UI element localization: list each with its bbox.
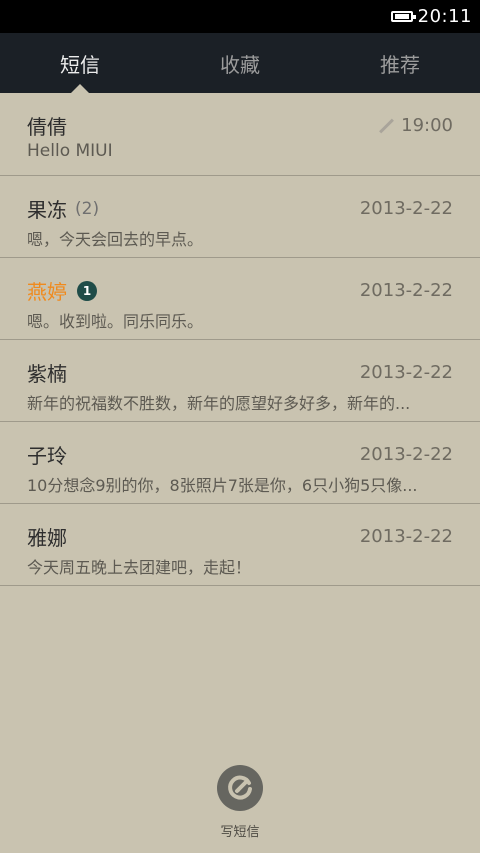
conversation-row[interactable]: 雅娜 2013-2-22 今天周五晚上去团建吧，走起！: [0, 504, 480, 586]
message-preview: 嗯，今天会回去的早点。: [27, 230, 204, 249]
contact-name: 燕婷: [27, 280, 67, 304]
message-count: (2): [75, 198, 100, 219]
contact-name-row: 燕婷 1: [27, 276, 97, 305]
contact-name: 子玲: [27, 444, 67, 468]
message-preview: 嗯。收到啦。同乐同乐。: [27, 312, 204, 331]
message-time: 2013-2-22: [359, 362, 453, 383]
compose-label: 写短信: [220, 825, 260, 840]
tab-messages[interactable]: 短信: [0, 33, 160, 93]
message-time-row: 19:00: [379, 115, 453, 136]
conversation-row[interactable]: 倩倩 19:00 Hello MIUI: [0, 93, 480, 176]
message-preview: 10分想念9别的你，8张照片7张是你，6只小狗5只像...: [27, 476, 418, 495]
conversation-row[interactable]: 燕婷 1 2013-2-22 嗯。收到啦。同乐同乐。: [0, 258, 480, 340]
tab-favorites-label: 收藏: [220, 52, 260, 77]
compose-icon[interactable]: [217, 765, 263, 811]
compose-button[interactable]: 写短信: [0, 765, 480, 840]
contact-name: 倩倩: [27, 115, 67, 139]
unread-badge: 1: [77, 280, 97, 301]
contact-name: 紫楠: [27, 362, 67, 386]
message-time-row: 2013-2-22: [360, 362, 453, 383]
tab-messages-label: 短信: [60, 52, 100, 77]
status-bar: 20:11: [0, 0, 480, 33]
message-time: 19:00: [401, 115, 453, 136]
draft-pencil-icon: [379, 119, 393, 133]
status-right: 20:11: [390, 0, 472, 33]
message-preview: 新年的祝福数不胜数，新年的愿望好多好多，新年的...: [27, 394, 411, 413]
message-time-row: 2013-2-22: [360, 444, 453, 465]
contact-name: 雅娜: [27, 526, 67, 550]
message-time-row: 2013-2-22: [360, 280, 453, 301]
conversation-list: 倩倩 19:00 Hello MIUI 果冻 (2) 2013-2-22 嗯，今…: [0, 93, 480, 586]
conversation-row[interactable]: 子玲 2013-2-22 10分想念9别的你，8张照片7张是你，6只小狗5只像.…: [0, 422, 480, 504]
status-time: 20:11: [417, 6, 472, 27]
message-time: 2013-2-22: [359, 444, 453, 465]
contact-name: 果冻: [27, 198, 67, 222]
tab-favorites[interactable]: 收藏: [160, 33, 320, 93]
message-time: 2013-2-22: [359, 280, 453, 301]
message-preview: 今天周五晚上去团建吧，走起！: [27, 558, 252, 577]
contact-name-row: 紫楠: [27, 358, 67, 387]
message-preview: Hello MIUI: [27, 141, 113, 161]
message-time: 2013-2-22: [359, 526, 453, 547]
compose-glyph-icon: [228, 775, 252, 800]
tab-active-indicator: [71, 84, 89, 93]
message-time: 2013-2-22: [359, 198, 453, 219]
conversation-row[interactable]: 紫楠 2013-2-22 新年的祝福数不胜数，新年的愿望好多好多，新年的...: [0, 340, 480, 422]
contact-name-row: 雅娜: [27, 522, 67, 551]
contact-name-row: 果冻 (2): [27, 194, 99, 223]
tab-recommend[interactable]: 推荐: [320, 33, 480, 93]
conversation-row[interactable]: 果冻 (2) 2013-2-22 嗯，今天会回去的早点。: [0, 176, 480, 258]
message-time-row: 2013-2-22: [360, 198, 453, 219]
message-time-row: 2013-2-22: [360, 526, 453, 547]
battery-icon: [390, 11, 416, 22]
tab-recommend-label: 推荐: [380, 52, 420, 77]
contact-name-row: 倩倩: [27, 111, 67, 140]
tab-bar: 短信 收藏 推荐: [0, 33, 480, 93]
contact-name-row: 子玲: [27, 440, 67, 469]
